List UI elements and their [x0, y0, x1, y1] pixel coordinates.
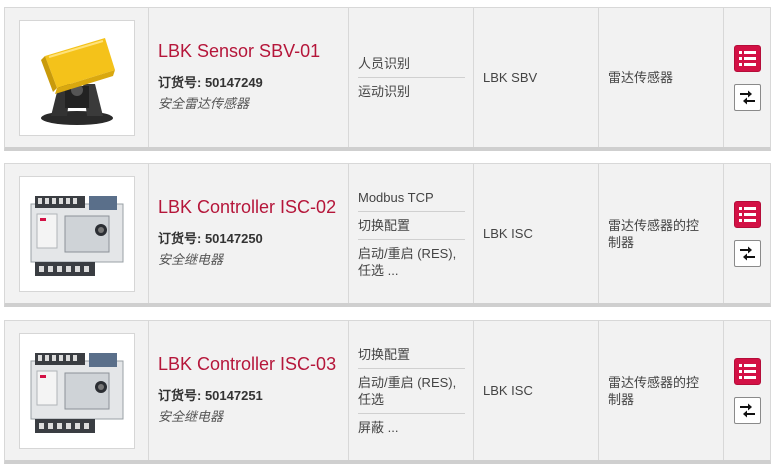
type-cell: 雷达传感器的控制器: [599, 164, 724, 303]
actions-cell: [724, 164, 770, 303]
type-cell: 雷达传感器: [599, 8, 724, 147]
order-number: 订货号: 50147249: [158, 75, 263, 90]
product-name-link[interactable]: LBK Sensor SBV-01: [158, 40, 348, 62]
product-name-link[interactable]: LBK Controller ISC-02: [158, 196, 348, 218]
compare-arrows-icon: [739, 246, 755, 260]
product-title-cell: LBK Controller ISC-02 订货号: 50147250 安全继电…: [149, 164, 349, 303]
product-category: 安全继电器: [158, 409, 224, 424]
details-list-button[interactable]: [733, 357, 761, 385]
actions-cell: [724, 321, 770, 460]
product-row: LBK Sensor SBV-01 订货号: 50147249 安全雷达传感器 …: [4, 7, 771, 151]
product-name-link[interactable]: LBK Controller ISC-03: [158, 353, 348, 375]
feature-item: 启动/重启 (RES), 任选 ...: [358, 245, 457, 278]
series-cell: LBK ISC: [474, 321, 599, 460]
product-type: 雷达传感器的控制器: [608, 374, 700, 407]
radar-sensor-icon: [40, 37, 115, 125]
feature-item: 切换配置: [358, 341, 465, 369]
product-row: LBK Controller ISC-03 订货号: 50147251 安全继电…: [4, 320, 771, 464]
product-image[interactable]: [18, 332, 135, 449]
product-series: LBK ISC: [483, 383, 533, 398]
product-category: 安全雷达传感器: [158, 96, 250, 111]
product-image-cell: [5, 321, 149, 460]
actions-cell: [724, 8, 770, 147]
details-list-button[interactable]: [733, 200, 761, 228]
series-cell: LBK ISC: [474, 164, 599, 303]
product-series: LBK ISC: [483, 226, 533, 241]
product-title-cell: LBK Controller ISC-03 订货号: 50147251 安全继电…: [149, 321, 349, 460]
controller-icon: [30, 352, 123, 433]
controller-icon: [30, 195, 123, 276]
product-list: LBK Sensor SBV-01 订货号: 50147249 安全雷达传感器 …: [0, 0, 775, 466]
type-cell: 雷达传感器的控制器: [599, 321, 724, 460]
product-image-cell: [5, 164, 149, 303]
product-row: LBK Controller ISC-02 订货号: 50147250 安全继电…: [4, 163, 771, 307]
list-icon: [738, 50, 756, 66]
list-icon: [738, 363, 756, 379]
product-title-cell: LBK Sensor SBV-01 订货号: 50147249 安全雷达传感器: [149, 8, 349, 147]
compare-button[interactable]: [733, 239, 761, 267]
features-cell: Modbus TCP 切换配置 启动/重启 (RES), 任选 ...: [349, 164, 474, 303]
features-cell: 切换配置 启动/重启 (RES), 任选 屏蔽 ...: [349, 321, 474, 460]
feature-item: 切换配置: [358, 212, 465, 240]
feature-item: 人员识别: [358, 50, 465, 78]
product-image[interactable]: [18, 19, 135, 136]
features-cell: 人员识别 运动识别: [349, 8, 474, 147]
product-image[interactable]: [18, 175, 135, 292]
feature-item: 屏蔽 ...: [358, 419, 399, 435]
compare-arrows-icon: [739, 90, 755, 104]
product-image-cell: [5, 8, 149, 147]
feature-item: 启动/重启 (RES), 任选: [358, 369, 465, 414]
details-list-button[interactable]: [733, 44, 761, 72]
order-number: 订货号: 50147251: [158, 388, 263, 403]
compare-button[interactable]: [733, 83, 761, 111]
product-series: LBK SBV: [483, 70, 538, 85]
feature-item: 运动识别: [358, 84, 411, 99]
series-cell: LBK SBV: [474, 8, 599, 147]
order-number: 订货号: 50147250: [158, 231, 263, 246]
product-type: 雷达传感器的控制器: [608, 217, 700, 250]
compare-button[interactable]: [733, 396, 761, 424]
compare-arrows-icon: [739, 403, 755, 417]
feature-item: Modbus TCP: [358, 184, 465, 212]
product-category: 安全继电器: [158, 252, 224, 267]
list-icon: [738, 206, 756, 222]
product-type: 雷达传感器: [608, 70, 674, 85]
